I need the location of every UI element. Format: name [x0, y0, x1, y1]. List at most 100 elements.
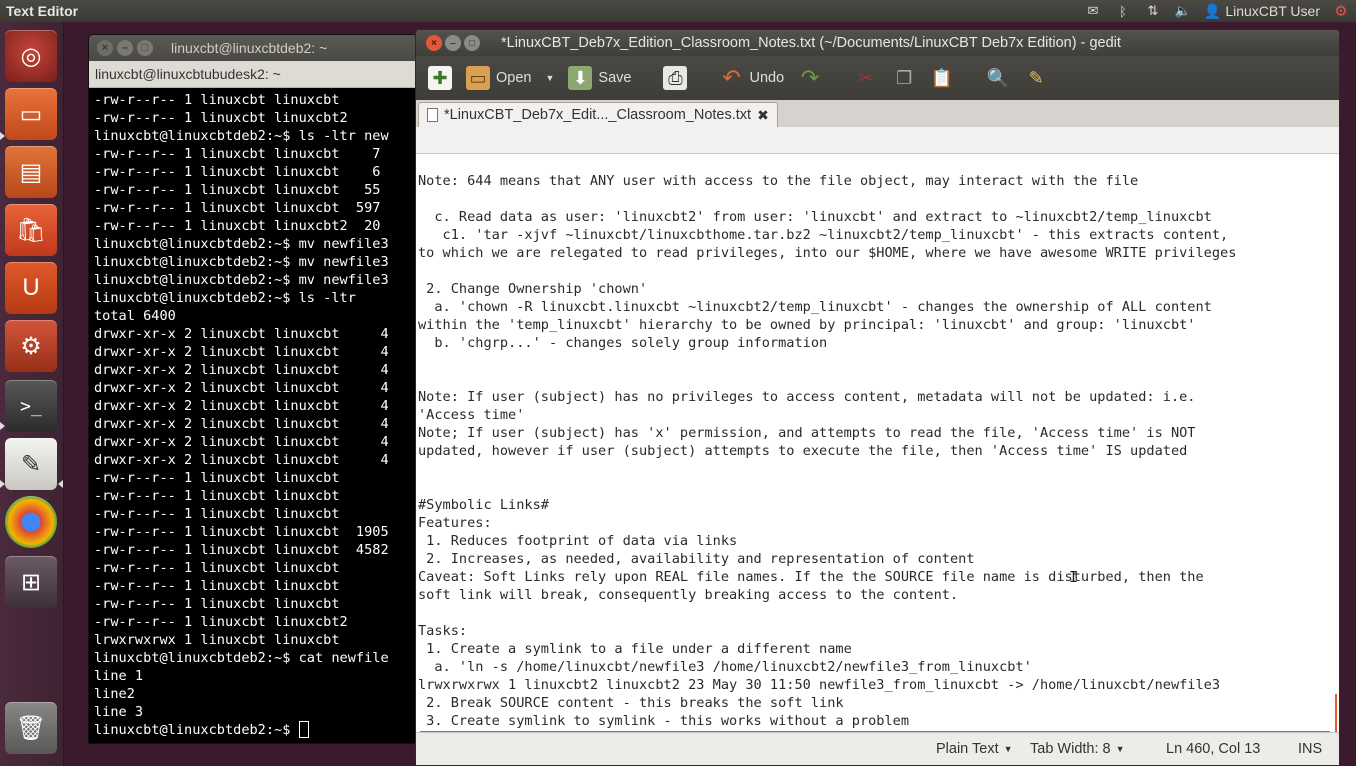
terminal-titlebar[interactable]: × – □ linuxcbt@linuxcbtdeb2: ~	[89, 35, 417, 61]
redo-button[interactable]: ↷	[794, 62, 826, 94]
gedit-window-title: *LinuxCBT_Deb7x_Edition_Classroom_Notes.…	[501, 35, 1121, 51]
software-center-icon[interactable]: 🛍	[5, 204, 57, 256]
tab-width-selector[interactable]: Tab Width: 8 ▼	[1030, 741, 1125, 757]
bluetooth-icon[interactable]: ᛒ	[1114, 3, 1132, 19]
document-line: 1. Create a symlink to a file under a di…	[418, 641, 852, 657]
document-line: updated, however if user (subject) attem…	[418, 443, 1188, 459]
terminal-lines: -rw-r--r-- 1 linuxcbt linuxcbt -rw-r--r--…	[94, 91, 417, 721]
open-dropdown-button[interactable]: ▼	[541, 62, 558, 94]
power-icon[interactable]: ⚙	[1332, 3, 1350, 20]
terminal-line: -rw-r--r-- 1 linuxcbt linuxcbt2	[94, 614, 348, 630]
terminal-line: drwxr-xr-x 2 linuxcbt linuxcbt 4	[94, 326, 389, 342]
document-text[interactable]: Note: 644 means that ANY user with acces…	[416, 154, 1339, 733]
new-document-button[interactable]: ✚	[424, 62, 456, 94]
terminal-line: -rw-r--r-- 1 linuxcbt linuxcbt2 20	[94, 218, 381, 234]
replace-button[interactable]: ✎	[1020, 62, 1052, 94]
document-line: within the 'temp_linuxcbt' hierarchy to …	[418, 317, 1196, 333]
terminal-line: drwxr-xr-x 2 linuxcbt linuxcbt 4	[94, 416, 389, 432]
document-line: Features:	[418, 515, 492, 531]
gedit-titlebar[interactable]: × – □ *LinuxCBT_Deb7x_Edition_Classroom_…	[416, 30, 1339, 56]
gedit-minimize-button[interactable]: –	[445, 35, 461, 51]
undo-icon: ↶	[722, 65, 741, 90]
print-button[interactable]: ⎙	[659, 62, 691, 94]
mail-icon[interactable]: ✉	[1084, 3, 1102, 19]
ubuntu-one-icon[interactable]: U	[5, 262, 57, 314]
user-name: LinuxCBT User	[1225, 3, 1320, 19]
gedit-statusbar: Plain Text ▼ Tab Width: 8 ▼ Ln 460, Col …	[416, 732, 1339, 765]
terminal-close-button[interactable]: ×	[97, 40, 113, 56]
terminal-window[interactable]: × – □ linuxcbt@linuxcbtdeb2: ~ linuxcbt@…	[88, 34, 418, 744]
scrollbar-position[interactable]	[1335, 694, 1337, 734]
open-button[interactable]: ▭ Open	[462, 62, 535, 94]
cut-button[interactable]: ✂	[850, 62, 882, 94]
tab-classroom-notes[interactable]: *LinuxCBT_Deb7x_Edit..._Classroom_Notes.…	[418, 102, 778, 127]
copy-button[interactable]: ❐	[888, 62, 920, 94]
save-label: Save	[598, 70, 632, 86]
document-line: Caveat: Soft Links rely upon REAL file n…	[418, 569, 1204, 585]
volume-icon[interactable]: 🔈	[1174, 3, 1192, 19]
folder-icon: ▭	[466, 66, 490, 90]
chevron-down-icon: ▼	[1003, 744, 1013, 754]
files-icon[interactable]: ▭	[5, 88, 57, 140]
terminal-line: lrwxrwxrwx 1 linuxcbt linuxcbt	[94, 632, 340, 648]
terminal-line: -rw-r--r-- 1 linuxcbt linuxcbt	[94, 560, 340, 576]
trash-icon[interactable]: 🗑	[5, 702, 57, 754]
terminal-line: -rw-r--r-- 1 linuxcbt linuxcbt 4582	[94, 542, 389, 558]
document-tab-bar: *LinuxCBT_Deb7x_Edit..._Classroom_Notes.…	[416, 100, 1339, 127]
text-editor-area[interactable]: Note: 644 means that ANY user with acces…	[416, 153, 1339, 734]
terminal-icon[interactable]: >_	[5, 380, 57, 432]
document-line: Tasks:	[418, 623, 468, 639]
paste-button[interactable]: 📋	[926, 62, 958, 94]
document-line: soft link will break, consequently break…	[418, 587, 959, 603]
terminal-minimize-button[interactable]: –	[117, 40, 133, 56]
printer-icon: ⎙	[663, 66, 688, 90]
tab-width-label: Tab Width: 8	[1030, 741, 1111, 757]
terminal-line: -rw-r--r-- 1 linuxcbt linuxcbt	[94, 578, 340, 594]
workspace-switcher-icon[interactable]: ⊞	[5, 556, 57, 608]
terminal-line: -rw-r--r-- 1 linuxcbt linuxcbt 1905	[94, 524, 389, 540]
terminal-line: drwxr-xr-x 2 linuxcbt linuxcbt 4	[94, 434, 389, 450]
terminal-line: drwxr-xr-x 2 linuxcbt linuxcbt 4	[94, 398, 389, 414]
terminal-line: drwxr-xr-x 2 linuxcbt linuxcbt 4	[94, 344, 389, 360]
terminal-window-title: linuxcbt@linuxcbtdeb2: ~	[171, 40, 328, 56]
language-selector[interactable]: Plain Text ▼	[936, 741, 1013, 757]
focused-indicator	[58, 480, 63, 488]
document-line: a. 'chown -R linuxcbt.linuxcbt ~linuxcbt…	[418, 299, 1212, 315]
redo-icon: ↷	[800, 65, 820, 90]
system-settings-icon[interactable]: ⚙	[5, 320, 57, 372]
gedit-maximize-button[interactable]: □	[464, 35, 480, 51]
document-line: 3. Create symlink to symlink - this work…	[418, 713, 910, 729]
terminal-line: total 6400	[94, 308, 176, 324]
document-line: lrwxrwxrwx 1 linuxcbt2 linuxcbt2 23 May …	[418, 677, 1221, 693]
terminal-tab-title: linuxcbt@linuxcbtubudesk2: ~	[95, 66, 281, 82]
terminal-line: -rw-r--r-- 1 linuxcbt linuxcbt2	[94, 110, 348, 126]
terminal-line: linuxcbt@linuxcbtdeb2:~$ mv newfile3	[94, 272, 389, 288]
gedit-window[interactable]: × – □ *LinuxCBT_Deb7x_Edition_Classroom_…	[415, 29, 1340, 766]
terminal-line: drwxr-xr-x 2 linuxcbt linuxcbt 4	[94, 380, 389, 396]
terminal-line: -rw-r--r-- 1 linuxcbt linuxcbt	[94, 470, 340, 486]
tab-close-icon[interactable]: ✖	[757, 107, 769, 124]
user-menu[interactable]: 👤 LinuxCBT User	[1204, 3, 1320, 20]
impress-icon[interactable]: ▤	[5, 146, 57, 198]
document-line: 1. Reduces footprint of data via links	[418, 533, 738, 549]
save-button[interactable]: ⬇ Save	[564, 62, 635, 94]
chrome-icon[interactable]	[5, 496, 57, 548]
gedit-close-button[interactable]: ×	[426, 35, 442, 51]
terminal-output[interactable]: -rw-r--r-- 1 linuxcbt linuxcbt -rw-r--r--…	[89, 88, 417, 743]
terminal-line: linuxcbt@linuxcbtdeb2:~$ mv newfile3	[94, 236, 389, 252]
network-icon[interactable]: ⇅	[1144, 3, 1162, 19]
terminal-maximize-button[interactable]: □	[137, 40, 153, 56]
gedit-icon[interactable]: ✎	[5, 438, 57, 490]
paste-icon: 📋	[930, 67, 954, 88]
terminal-line: linuxcbt@linuxcbtdeb2:~$ mv newfile3	[94, 254, 389, 270]
ubuntu-dash-icon[interactable]: ◎	[5, 30, 57, 82]
new-document-icon: ✚	[428, 66, 452, 90]
find-button[interactable]: 🔍	[982, 62, 1014, 94]
undo-button[interactable]: ↶ Undo	[715, 62, 788, 94]
launcher: ◎ ▭ ▤ 🛍 U ⚙ >_ ✎ ⊞ 🗑	[0, 22, 64, 766]
